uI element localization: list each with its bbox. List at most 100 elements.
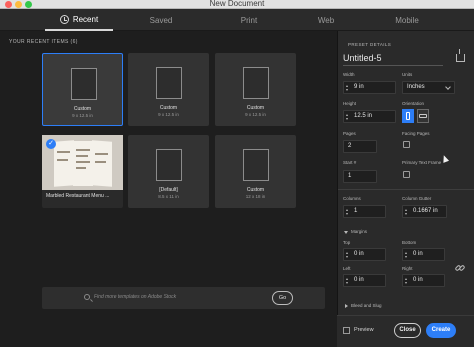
item-name: Custom [246,187,265,193]
save-preset-icon[interactable] [456,49,465,62]
recent-item-card[interactable]: Custom 9 x 12.5 in [128,53,209,126]
start-number-field[interactable]: 1 [343,170,377,183]
stock-search-bar: Find more templates on Adobe Stock Go [42,287,325,309]
close-button[interactable]: Close [394,323,421,338]
units-value: Inches [407,84,425,90]
create-button[interactable]: Create [426,323,456,338]
facing-pages-label: Facing Pages [402,131,430,136]
item-size: 12 x 18 in [245,194,266,199]
columns-field[interactable]: ▴ ▾ 1 [343,205,386,218]
pages-label: Pages [343,131,356,136]
stepper-icon[interactable]: ▴ ▾ [346,208,350,216]
recent-template-card[interactable]: ✓ Marbled Restaurant Menu ... [42,135,123,208]
margins-label: Margins [351,229,368,234]
pages-field[interactable]: 2 [343,140,377,153]
height-field[interactable]: ▴ ▾ 12.5 in [343,110,396,123]
title-bar: New Document [0,0,474,9]
preset-details-panel: PRESET DETAILS Untitled-5 Width ▴ ▾ 9 in … [337,31,474,347]
width-label: Width [343,72,355,77]
tab-mobile[interactable]: Mobile [383,9,431,31]
stepper-icon[interactable]: ▴ ▾ [405,277,409,285]
tab-print[interactable]: Print [225,9,273,31]
right-margin-value: 0 in [413,277,423,283]
facing-pages-checkbox[interactable] [403,141,410,148]
document-icon [156,67,182,99]
column-gutter-label: Column Gutter [402,196,432,201]
item-size: 9 x 12.5 in [245,112,266,117]
right-margin-label: Right [402,266,413,271]
document-icon [243,149,269,181]
recent-item-card[interactable]: Custom 9 x 12.5 in [215,53,296,126]
document-icon [71,68,97,100]
item-size: 9 x 12.5 in [158,112,179,117]
clock-icon [59,14,69,24]
stepper-icon[interactable]: ▴ ▾ [346,113,350,121]
tab-saved[interactable]: Saved [137,9,185,31]
stepper-icon[interactable]: ▴ ▾ [405,251,409,259]
item-name: Custom [159,105,178,111]
item-name: Custom [73,106,92,112]
go-button[interactable]: Go [272,291,293,305]
units-select[interactable]: Inches [402,81,455,94]
width-value: 9 in [354,84,364,90]
orientation-label: Orientation [402,101,425,106]
left-margin-value: 0 in [354,277,364,283]
stepper-icon[interactable]: ▴ ▾ [346,277,350,285]
dialog-footer: Preview Close Create [337,315,474,347]
margins-disclosure-icon[interactable] [344,231,348,234]
tab-label: Saved [149,15,173,25]
stepper-icon[interactable]: ▴ ▾ [346,84,350,92]
preview-checkbox[interactable] [343,327,350,334]
recent-item-card[interactable]: Custom 9 x 12.5 in [42,53,123,126]
stepper-icon[interactable]: ▴ ▾ [346,251,350,259]
tab-label: Web [317,15,335,25]
link-icon[interactable] [455,263,465,273]
bottom-margin-field[interactable]: ▴ ▾ 0 in [402,248,445,261]
start-number-value: 1 [348,173,352,179]
top-margin-label: Top [343,240,351,245]
column-gutter-value: 0.1667 in [413,208,438,214]
stepper-icon[interactable]: ▴ ▾ [405,208,409,216]
bottom-margin-value: 0 in [413,251,423,257]
preset-details-heading: PRESET DETAILS [348,42,392,47]
template-thumbnail: ✓ [42,135,123,190]
primary-text-frame-checkbox[interactable] [403,171,410,178]
recent-item-card[interactable]: [Default] 8.5 x 11 in [128,135,209,208]
bleed-slug-disclosure-icon[interactable] [345,304,348,308]
search-input[interactable]: Find more templates on Adobe Stock [94,294,176,300]
right-margin-field[interactable]: ▴ ▾ 0 in [402,274,445,287]
left-margin-label: Left [343,266,351,271]
height-label: Height [343,101,357,106]
column-gutter-field[interactable]: ▴ ▾ 0.1667 in [402,205,447,218]
tab-label: Mobile [395,15,419,25]
document-icon [243,67,269,99]
tab-label: Recent [72,14,99,24]
portrait-orientation-button[interactable] [402,109,414,123]
item-name: [Default] [159,187,178,193]
top-margin-field[interactable]: ▴ ▾ 0 in [343,248,386,261]
chevron-down-icon [445,84,451,90]
landscape-icon [419,114,427,118]
columns-label: Columns [343,196,361,201]
start-number-label: Start # [343,160,357,165]
top-margin-value: 0 in [354,251,364,257]
bleed-slug-label: Bleed and Slug [351,303,382,308]
width-field[interactable]: ▴ ▾ 9 in [343,81,396,94]
checkmark-icon: ✓ [46,139,56,149]
primary-text-frame-label: Primary Text Frame [402,160,442,165]
document-name-field[interactable]: Untitled-5 [343,53,382,63]
height-value: 12.5 in [354,113,373,119]
recent-item-card[interactable]: Custom 12 x 18 in [215,135,296,208]
tab-recent[interactable]: Recent [45,9,113,31]
item-name: Custom [246,105,265,111]
category-tabs: Recent Saved Print Web Mobile [0,9,474,31]
tab-web[interactable]: Web [302,9,350,31]
item-name: Marbled Restaurant Menu ... [46,193,110,199]
landscape-orientation-button[interactable] [417,109,429,123]
left-margin-field[interactable]: ▴ ▾ 0 in [343,274,386,287]
item-size: 8.5 x 11 in [158,194,179,199]
document-icon [156,149,182,181]
divider [338,189,474,190]
bottom-margin-label: Bottom [402,240,417,245]
search-icon [84,294,90,300]
